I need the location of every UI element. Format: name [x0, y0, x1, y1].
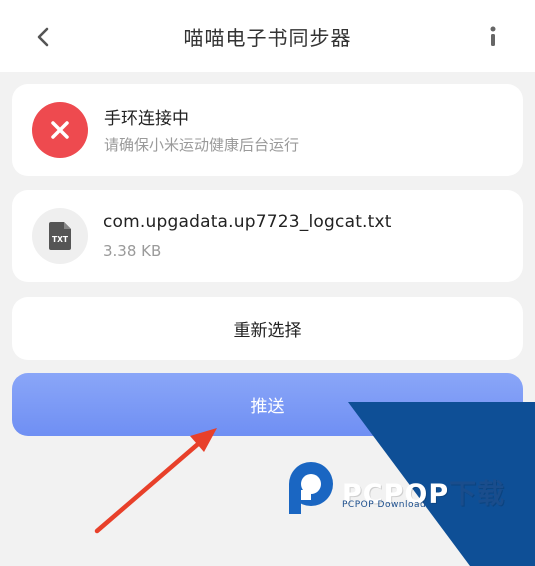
- pcpop-logo-icon: [289, 462, 333, 514]
- more-vertical-icon: [490, 26, 496, 46]
- watermark-subtitle: PCPOP Download: [342, 500, 427, 510]
- chevron-left-icon: [37, 27, 49, 47]
- push-button[interactable]: 推送: [12, 373, 523, 436]
- app-screen: 喵喵电子书同步器 手环连接中 请确保小米运动健康后台运行 TXT com.upg…: [0, 0, 535, 566]
- txt-label: TXT: [52, 235, 69, 244]
- close-icon: [51, 121, 69, 139]
- reselect-button[interactable]: 重新选择: [12, 297, 523, 360]
- page-title: 喵喵电子书同步器: [183, 25, 352, 50]
- more-button[interactable]: [483, 22, 503, 52]
- status-subtitle: 请确保小米运动健康后台运行: [104, 136, 300, 154]
- file-icon-badge: TXT: [32, 208, 88, 264]
- status-title: 手环连接中: [104, 109, 189, 129]
- app-header: 喵喵电子书同步器: [0, 0, 535, 72]
- file-size: 3.38 KB: [103, 242, 162, 260]
- push-label: 推送: [250, 397, 285, 417]
- connection-status-card: 手环连接中 请确保小米运动健康后台运行: [12, 84, 523, 176]
- selected-file-card[interactable]: TXT com.upgadata.up7723_logcat.txt 3.38 …: [12, 190, 523, 282]
- back-button[interactable]: [28, 22, 58, 52]
- watermark-brand-suffix: 下载: [449, 479, 506, 510]
- reselect-label: 重新选择: [233, 321, 302, 341]
- txt-file-icon: TXT: [49, 222, 71, 250]
- file-name: com.upgadata.up7723_logcat.txt: [103, 212, 392, 232]
- status-error-badge: [32, 102, 88, 158]
